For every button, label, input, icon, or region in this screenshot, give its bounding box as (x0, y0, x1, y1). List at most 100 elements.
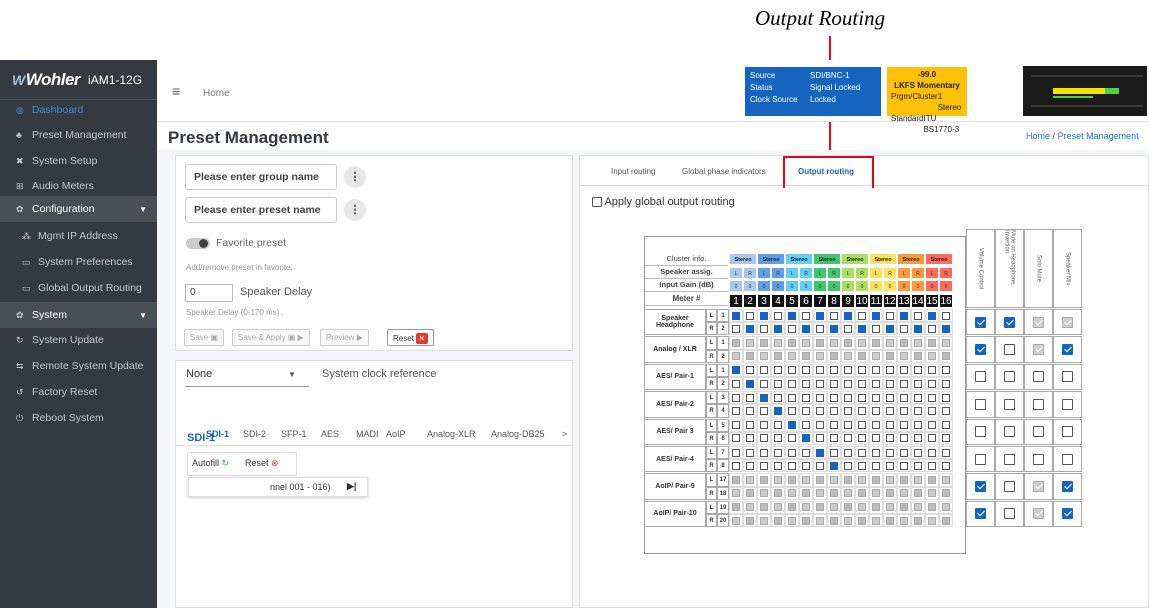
routing-cell[interactable] (771, 391, 785, 405)
routing-cell[interactable] (785, 431, 799, 445)
routing-checkbox[interactable] (746, 393, 754, 402)
routing-cell[interactable] (925, 418, 939, 432)
option-checkbox[interactable] (1062, 508, 1073, 520)
routing-cell[interactable] (785, 336, 799, 350)
routing-checkbox[interactable] (844, 461, 852, 470)
routing-cell[interactable] (827, 322, 841, 336)
input-gain-cell[interactable]: 0 (897, 280, 911, 292)
routing-checkbox[interactable] (816, 352, 824, 361)
routing-cell[interactable] (813, 363, 827, 377)
routing-checkbox[interactable] (788, 448, 796, 457)
routing-checkbox[interactable] (774, 489, 782, 498)
routing-checkbox[interactable] (760, 338, 768, 347)
routing-cell[interactable] (799, 404, 813, 418)
routing-checkbox[interactable] (914, 406, 922, 415)
routing-checkbox[interactable] (858, 489, 866, 498)
routing-checkbox[interactable] (844, 421, 852, 430)
option-checkbox[interactable] (975, 344, 986, 356)
routing-cell[interactable] (855, 363, 869, 377)
routing-cell[interactable] (855, 418, 869, 432)
routing-checkbox[interactable] (872, 311, 880, 320)
routing-checkbox[interactable] (928, 448, 936, 457)
routing-checkbox[interactable] (774, 393, 782, 402)
routing-checkbox[interactable] (900, 311, 908, 320)
routing-checkbox[interactable] (886, 311, 894, 320)
routing-cell[interactable] (827, 377, 841, 391)
routing-cell[interactable] (743, 404, 757, 418)
routing-checkbox[interactable] (914, 489, 922, 498)
routing-cell[interactable] (883, 418, 897, 432)
routing-checkbox[interactable] (788, 489, 796, 498)
output-option-cell[interactable] (1053, 500, 1082, 528)
routing-cell[interactable] (925, 349, 939, 363)
routing-cell[interactable] (911, 322, 925, 336)
routing-checkbox[interactable] (914, 434, 922, 443)
routing-checkbox[interactable] (844, 448, 852, 457)
routing-cell[interactable] (897, 309, 911, 323)
routing-cell[interactable] (771, 486, 785, 500)
group-name-input[interactable]: Please enter group name (185, 164, 337, 190)
routing-cell[interactable] (841, 363, 855, 377)
routing-cell[interactable] (743, 486, 757, 500)
routing-cell[interactable] (855, 446, 869, 460)
routing-checkbox[interactable] (858, 379, 866, 388)
routing-checkbox[interactable] (886, 324, 894, 333)
routing-cell[interactable] (925, 377, 939, 391)
routing-cell[interactable] (729, 446, 743, 460)
routing-cell[interactable] (911, 446, 925, 460)
routing-checkbox[interactable] (914, 421, 922, 430)
routing-checkbox[interactable] (816, 421, 824, 430)
routing-checkbox[interactable] (928, 489, 936, 498)
routing-checkbox[interactable] (746, 461, 754, 470)
routing-cell[interactable] (771, 377, 785, 391)
routing-cell[interactable] (911, 431, 925, 445)
routing-checkbox[interactable] (760, 475, 768, 484)
routing-cell[interactable] (841, 418, 855, 432)
routing-checkbox[interactable] (914, 352, 922, 361)
routing-checkbox[interactable] (928, 352, 936, 361)
chevron-down-icon[interactable]: ▼ (139, 205, 147, 214)
routing-cell[interactable] (813, 486, 827, 500)
input-gain-cell[interactable]: 0 (939, 280, 953, 292)
save-button[interactable]: Save ▣ (184, 329, 225, 346)
routing-cell[interactable] (883, 404, 897, 418)
routing-checkbox[interactable] (732, 421, 740, 430)
routing-checkbox[interactable] (858, 503, 866, 512)
routing-cell[interactable] (799, 391, 813, 405)
routing-cell[interactable] (897, 377, 911, 391)
routing-cell[interactable] (771, 363, 785, 377)
input-gain-cell[interactable]: 0 (911, 280, 925, 292)
routing-checkbox[interactable] (816, 338, 824, 347)
favorite-toggle[interactable] (186, 238, 210, 249)
routing-checkbox[interactable] (732, 448, 740, 457)
routing-cell[interactable] (855, 336, 869, 350)
routing-cell[interactable] (757, 391, 771, 405)
output-option-cell[interactable] (1053, 336, 1082, 363)
routing-checkbox[interactable] (732, 461, 740, 470)
routing-cell[interactable] (799, 500, 813, 514)
autofill-reset-button[interactable]: Reset ⊗ (245, 458, 279, 469)
routing-cell[interactable] (729, 431, 743, 445)
routing-cell[interactable] (729, 486, 743, 500)
routing-checkbox[interactable] (830, 503, 838, 512)
routing-checkbox[interactable] (914, 379, 922, 388)
routing-checkbox[interactable] (774, 352, 782, 361)
routing-checkbox[interactable] (844, 324, 852, 333)
routing-cell[interactable] (883, 446, 897, 460)
routing-checkbox[interactable] (900, 406, 908, 415)
sidebar-item-reboot-system[interactable]: ⏻ Reboot System (0, 405, 157, 431)
option-checkbox[interactable] (1062, 453, 1073, 465)
output-option-cell[interactable] (966, 473, 995, 500)
routing-checkbox[interactable] (816, 516, 824, 525)
routing-checkbox[interactable] (788, 434, 796, 443)
routing-checkbox[interactable] (746, 406, 754, 415)
routing-cell[interactable] (799, 322, 813, 336)
routing-cell[interactable] (771, 404, 785, 418)
routing-checkbox[interactable] (746, 434, 754, 443)
routing-checkbox[interactable] (788, 516, 796, 525)
routing-cell[interactable] (925, 322, 939, 336)
routing-checkbox[interactable] (830, 393, 838, 402)
routing-cell[interactable] (729, 349, 743, 363)
output-option-cell[interactable] (995, 336, 1024, 363)
routing-checkbox[interactable] (886, 503, 894, 512)
